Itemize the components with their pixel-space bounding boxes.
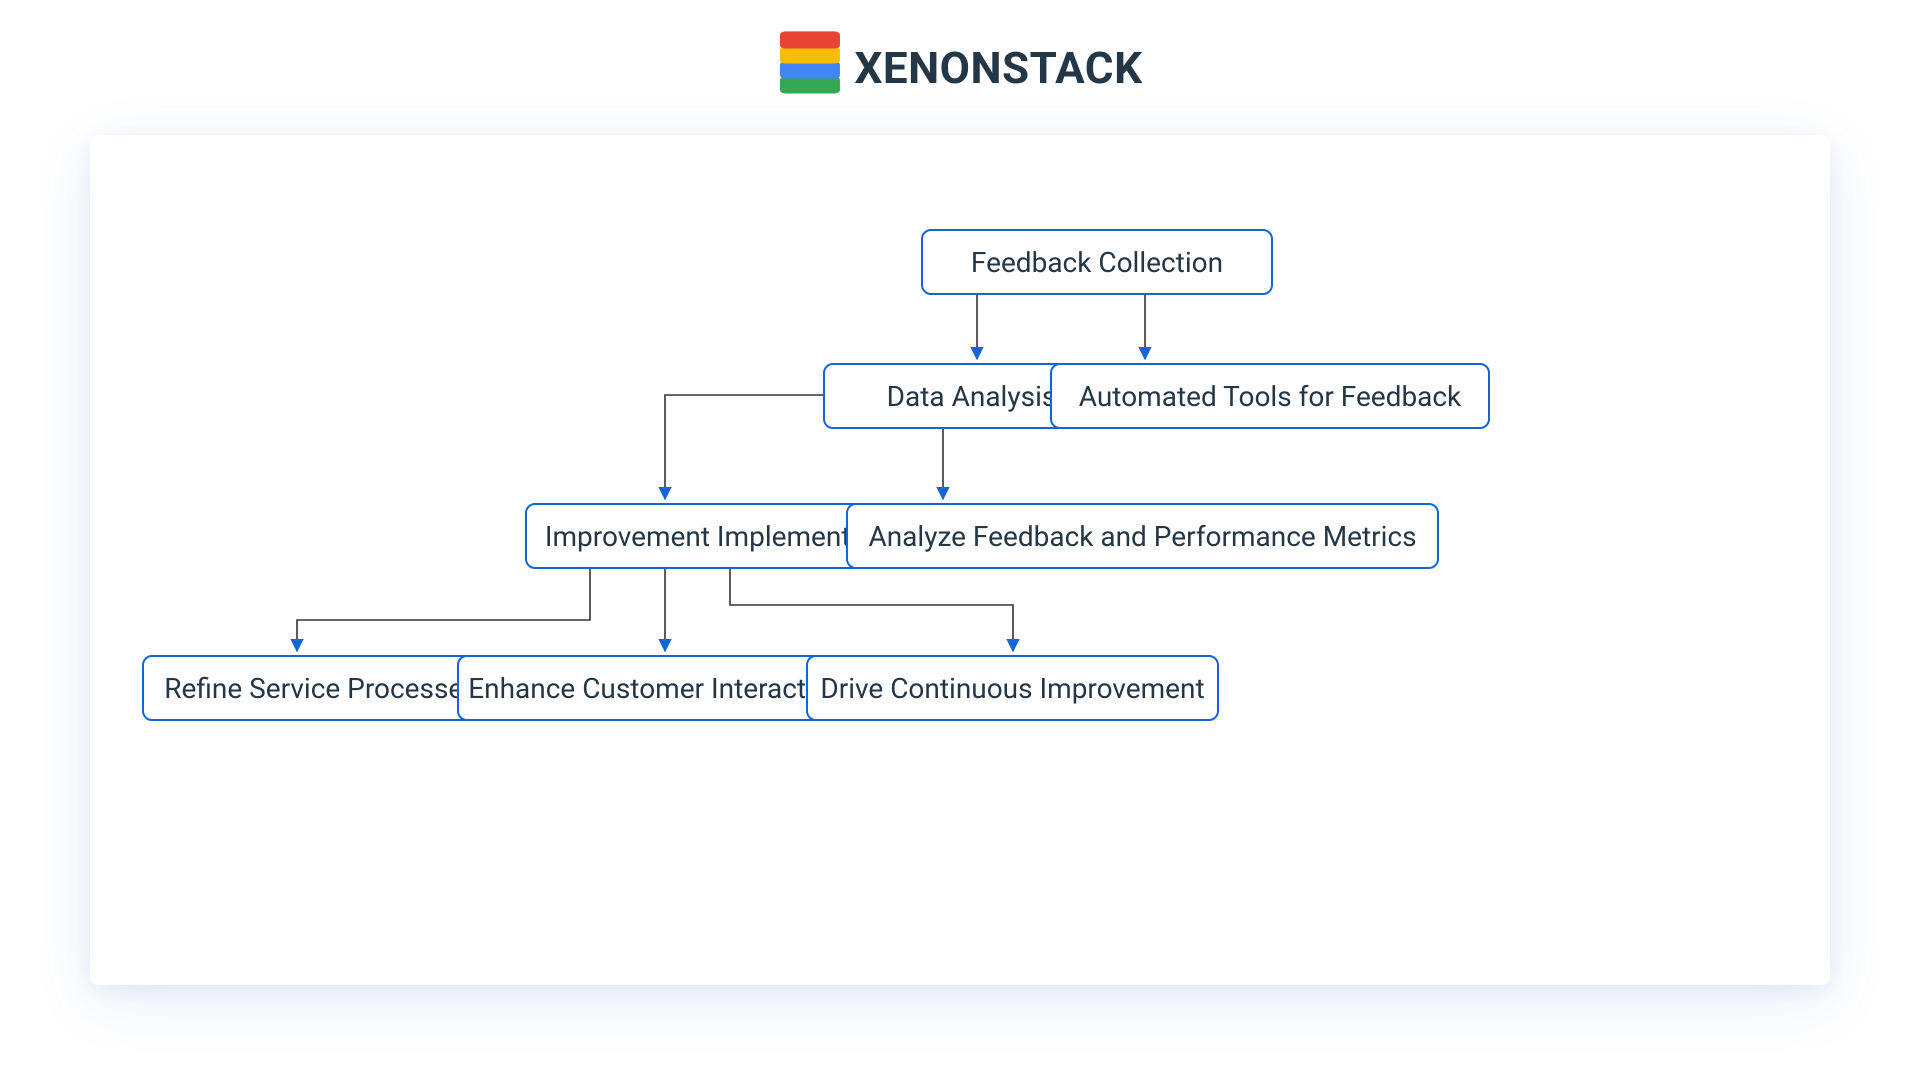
node-drive-continuous-improvement: Drive Continuous Improvement <box>806 655 1219 721</box>
xenonstack-logo-icon <box>778 30 840 105</box>
node-automated-tools: Automated Tools for Feedback <box>1050 363 1490 429</box>
header: XENONSTACK <box>778 30 1142 105</box>
brand-name: XENONSTACK <box>854 42 1142 94</box>
diagram-canvas: Feedback Collection Data Analysis Automa… <box>90 135 1830 985</box>
node-analyze-feedback-metrics: Analyze Feedback and Performance Metrics <box>846 503 1439 569</box>
node-feedback-collection: Feedback Collection <box>921 229 1273 295</box>
node-refine-service-processes: Refine Service Processes <box>142 655 500 721</box>
